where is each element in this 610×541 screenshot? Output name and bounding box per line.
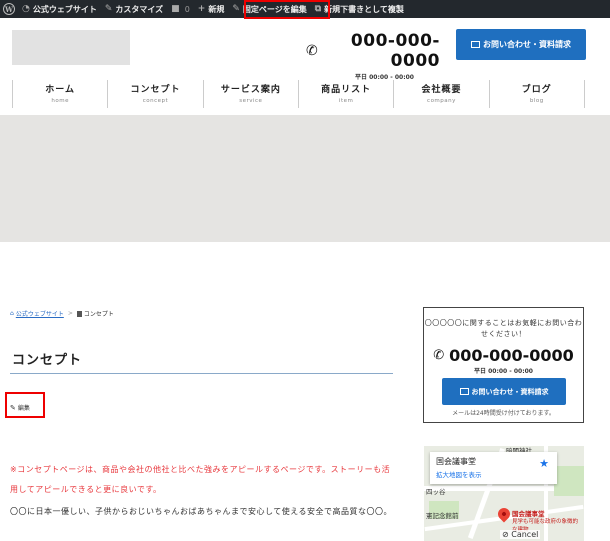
brush-icon: ✎ — [104, 4, 113, 14]
nav-concept[interactable]: コンセプト concept — [107, 80, 202, 108]
wordpress-icon: W — [3, 3, 15, 15]
pencil-icon: ✎ — [232, 4, 240, 14]
nav-company[interactable]: 会社概要 company — [393, 80, 488, 108]
mail-icon — [459, 388, 469, 395]
map-label-museum: 憲記念館前 — [426, 512, 459, 520]
map-enlarge-link[interactable]: 拡大地図を表示 — [436, 469, 551, 479]
nav-home[interactable]: ホーム home — [12, 80, 107, 108]
plus-icon: + — [197, 4, 206, 14]
admin-comments[interactable]: ■ 0 — [167, 0, 194, 18]
admin-customize[interactable]: ✎ カスタマイズ — [101, 0, 167, 18]
mail-icon — [471, 41, 480, 48]
map-label-yotsuya: 四ッ谷 — [426, 488, 446, 496]
sidebar-contact-button[interactable]: お問い合わせ・資料請求 — [442, 378, 566, 405]
page-icon — [76, 310, 82, 317]
title-underline — [10, 373, 393, 374]
breadcrumb-home-link[interactable]: 公式ウェブサイト — [16, 309, 64, 318]
phone-icon: ✆ — [306, 43, 319, 59]
home-icon: ⌂ — [10, 310, 14, 317]
admin-site-name[interactable]: ◔ 公式ウェブサイト — [18, 0, 101, 18]
nav-service[interactable]: サービス案内 service — [202, 80, 298, 108]
nav-item-list[interactable]: 商品リスト item — [297, 80, 393, 108]
highlight-edit-link — [5, 392, 45, 418]
star-icon[interactable]: ★ — [539, 457, 549, 470]
header-contact-button[interactable]: お問い合わせ・資料請求 — [456, 29, 586, 60]
map-place-name: 国会議事堂 — [436, 457, 476, 466]
phone-icon: ✆ — [433, 348, 445, 363]
dashboard-icon: ◔ — [22, 4, 30, 14]
notice-paragraph: ※コンセプトページは、商品や会社の他社と比べた強みをアピールするページです。スト… — [10, 465, 391, 494]
hero-image — [0, 115, 610, 242]
admin-new[interactable]: + 新規 — [194, 0, 229, 18]
sidebar-note: メールは24時間受け付けております。 — [452, 410, 555, 417]
comment-icon: ■ — [171, 4, 180, 14]
wordpress-menu[interactable]: W — [0, 0, 18, 18]
sidebar-contact-box: 〇〇〇〇〇に関することはお気軽にお問い合わせください！ ✆ 000-000-000… — [423, 307, 584, 423]
breadcrumb: ⌂ 公式ウェブサイト > コンセプト — [10, 309, 114, 318]
body-paragraph: 〇〇に日本一優しい、子供からおじいちゃんおばあちゃんまで安心して使える安全で高品… — [10, 507, 393, 516]
map-cancel-button[interactable]: ⊘ Cancel — [500, 530, 541, 539]
site-logo[interactable] — [12, 30, 130, 65]
breadcrumb-current: コンセプト — [83, 311, 114, 318]
header-phone: ✆ 000-000-0000 平日 00:00 - 00:00 — [306, 31, 440, 81]
page-title: コンセプト — [12, 353, 83, 368]
highlight-edit-page — [244, 0, 330, 19]
map-info-card: 国会議事堂 拡大地図を表示 ★ — [430, 452, 557, 484]
nav-blog[interactable]: ブログ blog — [488, 80, 585, 108]
global-nav: ホーム home コンセプト concept サービス案内 service 商品… — [12, 80, 585, 108]
cancel-icon: ⊘ — [502, 530, 509, 539]
